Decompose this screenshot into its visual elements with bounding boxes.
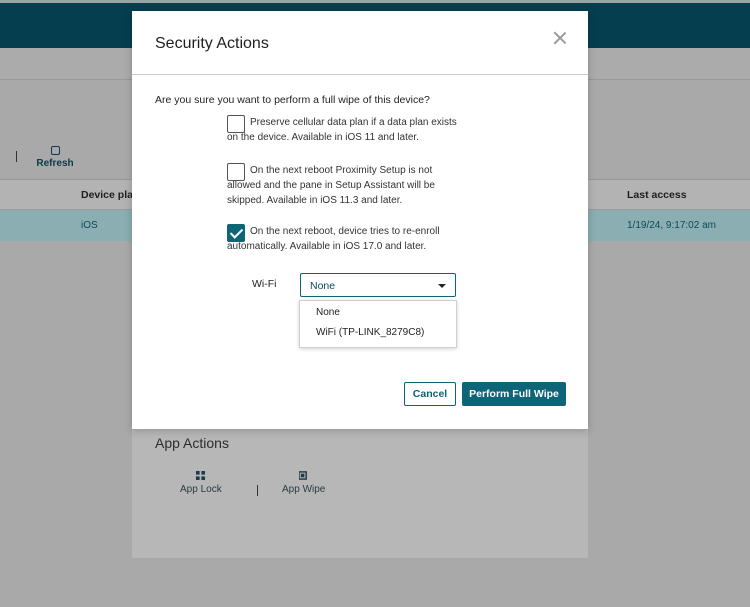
app-actions-title: App Actions (155, 435, 229, 451)
wifi-label: Wi-Fi (252, 278, 277, 290)
security-actions-dialog: Security Actions Are you sure you want t… (132, 11, 588, 429)
option-disallow-proximity-setup: On the next reboot Proximity Setup is no… (227, 163, 462, 208)
app-lock-icon (196, 471, 206, 480)
wifi-dropdown-menu: None WiFi (TP-LINK_8279C8) (299, 300, 457, 348)
wifi-option-none[interactable]: None (316, 307, 340, 318)
cell-last-access: 1/19/24, 9:17:02 am (627, 220, 716, 231)
app-wipe-icon (299, 471, 308, 480)
caret-down-icon (438, 284, 446, 288)
option-re-enroll: On the next reboot, device tries to re-e… (227, 224, 462, 254)
column-header-last-access[interactable]: Last access (627, 189, 687, 201)
app-wipe-button[interactable]: App Wipe (282, 471, 325, 495)
dialog-header: Security Actions (132, 11, 588, 75)
wifi-select[interactable]: None (300, 273, 456, 297)
cancel-button[interactable]: Cancel (404, 382, 456, 406)
action-separator (257, 485, 258, 496)
refresh-label: Refresh (36, 158, 74, 169)
column-header-device-platform[interactable]: Device plat (81, 189, 136, 201)
wifi-option-tp-link[interactable]: WiFi (TP-LINK_8279C8) (316, 327, 424, 338)
toolbar-separator (16, 151, 17, 162)
wipe-confirmation-question: Are you sure you want to perform a full … (155, 94, 430, 106)
re-enroll-checkbox[interactable] (227, 224, 245, 242)
disallow-proximity-setup-checkbox[interactable] (227, 163, 245, 181)
preserve-data-plan-checkbox[interactable] (227, 115, 245, 133)
dialog-title: Security Actions (155, 35, 269, 52)
option-label: On the next reboot Proximity Setup is no… (227, 165, 435, 206)
app-lock-button[interactable]: App Lock (180, 471, 222, 495)
perform-full-wipe-button[interactable]: Perform Full Wipe (462, 382, 566, 406)
app-wipe-label: App Wipe (282, 484, 326, 495)
option-label: Preserve cellular data plan if a data pl… (227, 117, 457, 143)
close-icon[interactable] (552, 30, 568, 46)
wifi-selected-value: None (310, 280, 336, 292)
option-preserve-data-plan: Preserve cellular data plan if a data pl… (227, 115, 462, 145)
app-lock-label: App Lock (180, 484, 222, 495)
refresh-icon (50, 146, 60, 155)
app-actions-panel: App Actions App Lock App Wipe (132, 425, 588, 558)
refresh-button[interactable]: Refresh (36, 146, 74, 169)
cell-platform: iOS (81, 220, 98, 231)
option-label: On the next reboot, device tries to re-e… (227, 226, 440, 252)
